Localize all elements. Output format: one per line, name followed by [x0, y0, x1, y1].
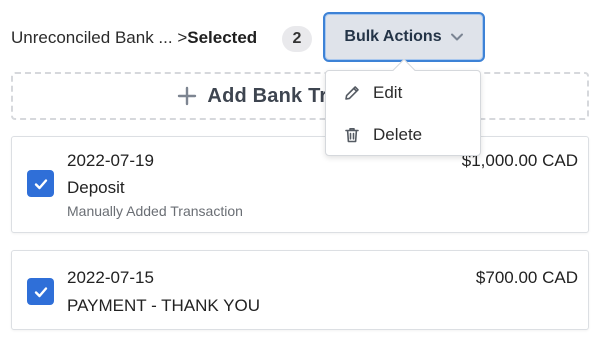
trash-icon: [343, 126, 361, 144]
bulk-actions-label: Bulk Actions: [344, 28, 442, 45]
transaction-date: 2022-07-15: [67, 268, 154, 287]
add-bank-transaction-button[interactable]: Add Bank Transaction: [11, 72, 589, 120]
top-bar: Unreconciled Bank ... >Selected 2 Bulk A…: [0, 0, 600, 74]
menu-item-edit-label: Edit: [373, 83, 403, 102]
transaction-checkbox[interactable]: [27, 278, 54, 305]
transaction-description: PAYMENT - THANK YOU: [67, 296, 261, 315]
transaction-description: Deposit: [67, 178, 125, 197]
checkmark-icon: [34, 178, 47, 189]
transaction-card[interactable]: 2022-07-19 Deposit Manually Added Transa…: [11, 136, 589, 233]
bulk-actions-button[interactable]: Bulk Actions: [323, 12, 485, 62]
transaction-amount: $700.00 CAD: [475, 268, 578, 287]
breadcrumb-parent-link[interactable]: Unreconciled Bank ...: [11, 28, 173, 47]
transaction-date: 2022-07-19: [67, 151, 154, 170]
breadcrumb: Unreconciled Bank ... >Selected: [11, 28, 257, 48]
menu-item-delete-label: Delete: [373, 125, 423, 144]
transaction-card[interactable]: 2022-07-15 PAYMENT - THANK YOU $700.00 C…: [11, 250, 589, 330]
bulk-actions-dropdown: Edit Delete: [325, 58, 481, 156]
breadcrumb-current: Selected: [187, 28, 258, 47]
transaction-note: Manually Added Transaction: [67, 203, 243, 219]
chevron-down-icon: [450, 30, 464, 44]
menu-item-delete[interactable]: Delete: [326, 115, 480, 155]
menu-item-edit[interactable]: Edit: [326, 73, 480, 113]
checkmark-icon: [34, 286, 47, 297]
breadcrumb-separator: >: [172, 28, 188, 47]
selected-count-badge: 2: [282, 26, 312, 52]
transaction-checkbox[interactable]: [27, 170, 54, 197]
plus-icon: [177, 86, 197, 106]
pencil-icon: [343, 84, 361, 102]
